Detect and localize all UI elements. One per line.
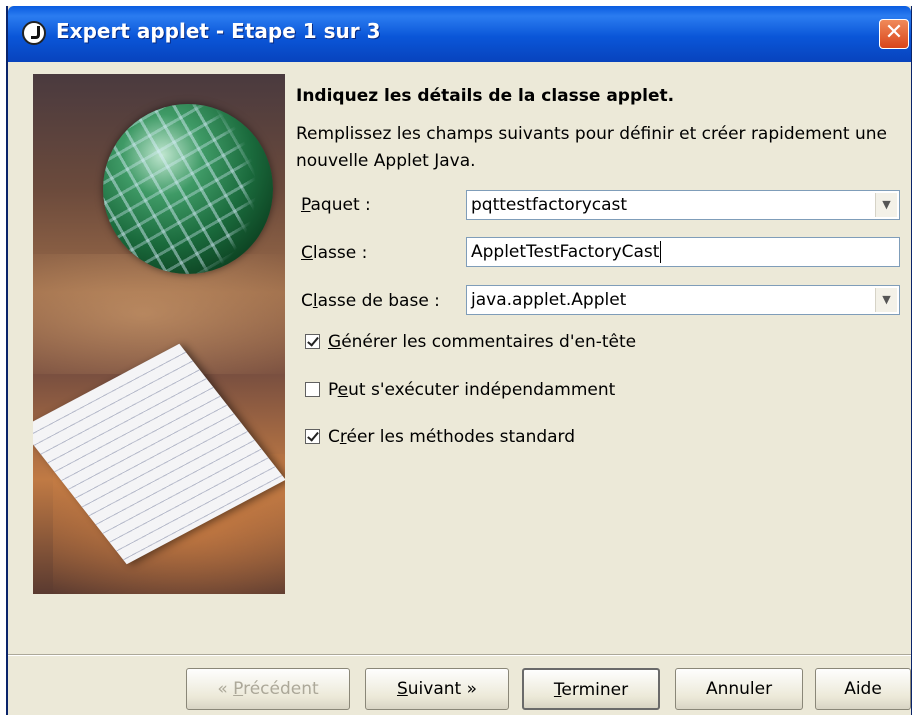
standalone-checkbox[interactable] — [305, 382, 320, 397]
option-label-pre: C — [328, 427, 340, 447]
option-label-mnemonic: G — [328, 332, 342, 352]
option-label-text: ut s'exécuter indépendamment — [348, 380, 616, 400]
class-label: Classe : — [301, 243, 367, 263]
base-class-combobox[interactable]: java.applet.Applet ▼ — [466, 285, 900, 315]
option-label-mnemonic: r — [339, 427, 347, 447]
button-bar-divider — [8, 654, 911, 656]
base-class-value: java.applet.Applet — [471, 290, 627, 310]
step-description: Remplissez les champs suivants pour défi… — [296, 124, 887, 171]
button-label-pre: « — [217, 679, 234, 699]
step-heading: Indiquez les détails de la classe applet… — [296, 86, 675, 106]
base-class-label-pre: C — [301, 291, 313, 311]
chevron-down-icon[interactable]: ▼ — [875, 288, 897, 312]
close-button[interactable]: ✕ — [879, 19, 909, 49]
option-label-mnemonic: e — [337, 380, 349, 400]
globe-grid — [103, 104, 273, 274]
java-icon — [22, 21, 46, 45]
header-comments-checkbox[interactable] — [305, 334, 320, 349]
option-standard-methods[interactable]: Créer les méthodes standard — [305, 427, 575, 447]
applet-wizard-window: Expert applet - Etape 1 sur 3 ✕ Indiquez… — [6, 6, 912, 715]
base-class-label-text: asse de base : — [317, 291, 440, 311]
button-label-text: erminer — [561, 680, 629, 700]
class-name-value: AppletTestFactoryCast — [471, 242, 660, 262]
next-button[interactable]: Suivant » — [365, 668, 509, 710]
class-label-mnemonic: C — [301, 243, 313, 263]
standard-methods-checkbox[interactable] — [305, 429, 320, 444]
previous-button[interactable]: « Précédent — [186, 668, 350, 710]
option-header-comments[interactable]: Générer les commentaires d'en-tête — [305, 332, 636, 352]
title-bar[interactable]: Expert applet - Etape 1 sur 3 ✕ — [8, 6, 911, 62]
window-title: Expert applet - Etape 1 sur 3 — [56, 19, 381, 43]
package-combobox[interactable]: pqttestfactorycast ▼ — [466, 190, 900, 220]
text-caret — [660, 241, 662, 263]
package-label-text: aquet : — [310, 195, 371, 215]
wizard-illustration — [33, 74, 285, 594]
button-label-text: uivant » — [407, 679, 478, 699]
option-label-pre: P — [328, 380, 338, 400]
option-standalone[interactable]: Peut s'exécuter indépendamment — [305, 380, 615, 400]
finish-button[interactable]: Terminer — [522, 668, 660, 710]
button-label-mnemonic: S — [396, 679, 408, 699]
class-label-text: lasse : — [312, 243, 368, 263]
package-label: Paquet : — [301, 195, 371, 215]
package-label-mnemonic: P — [301, 195, 311, 215]
button-label-text: récédent — [243, 679, 319, 699]
class-name-input[interactable]: AppletTestFactoryCast — [466, 237, 900, 267]
chevron-down-icon[interactable]: ▼ — [875, 193, 897, 217]
option-label-text: éer les méthodes standard — [346, 427, 576, 447]
button-label-mnemonic: P — [233, 679, 244, 699]
help-button[interactable]: Aide — [815, 668, 911, 710]
option-label-text: énérer les commentaires d'en-tête — [341, 332, 637, 352]
base-class-label: Classe de base : — [301, 291, 440, 311]
package-value: pqttestfactorycast — [471, 195, 628, 215]
cancel-button[interactable]: Annuler — [675, 668, 803, 710]
